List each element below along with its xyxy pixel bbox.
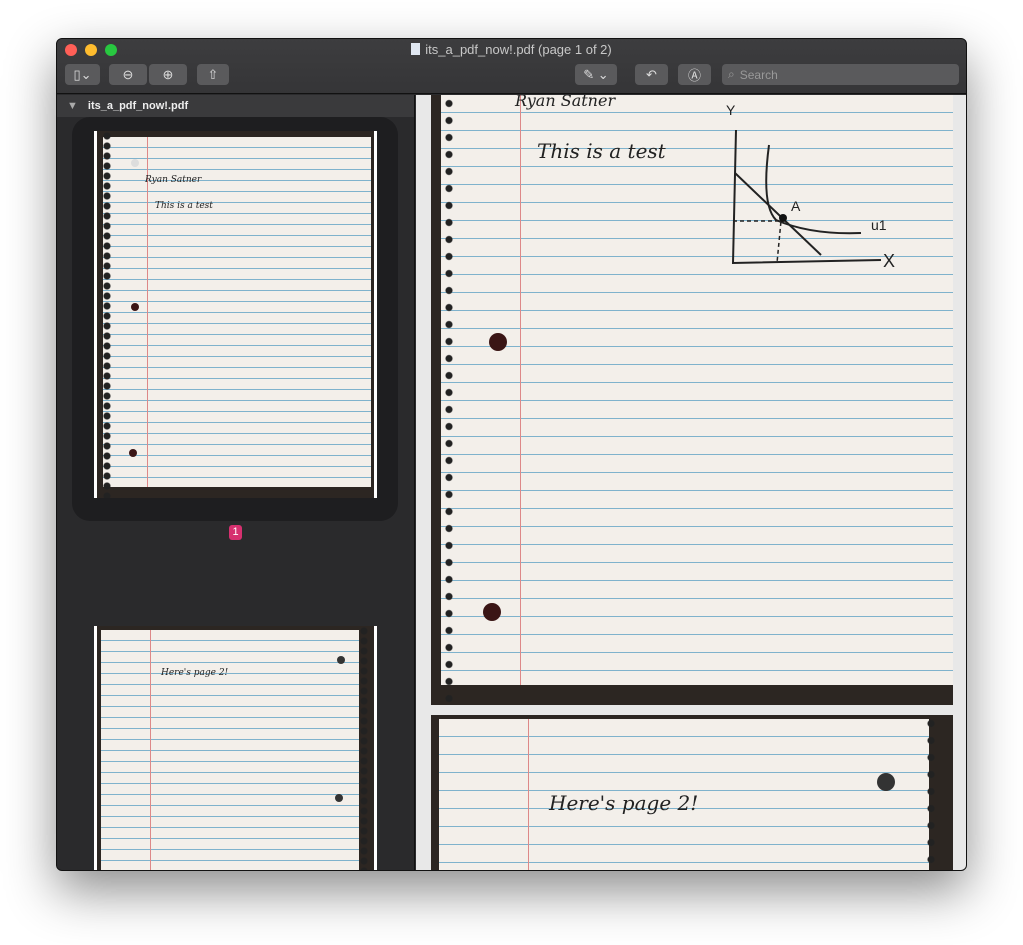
search-icon: ⌕ — [728, 67, 735, 81]
thumbnail-page-1[interactable]: Ryan Satner This is a test — [94, 131, 377, 498]
handwritten-name: Ryan Satner — [515, 95, 616, 110]
zoom-in-button[interactable]: ⊕ — [149, 64, 187, 85]
zoom-in-icon: ⊕ — [162, 66, 174, 82]
pdf-file-icon — [411, 43, 421, 55]
disclosure-triangle-icon[interactable]: ▼ — [67, 100, 78, 112]
rotate-button[interactable]: ↶ — [635, 64, 668, 85]
markup-circle-icon: Ⓐ — [687, 68, 701, 83]
sidebar-icon: ▯⌄ — [73, 66, 92, 82]
search-input[interactable]: ⌕ Search — [722, 64, 959, 85]
zoom-out-button[interactable]: ⊖ — [109, 64, 147, 85]
markup-toolbar-button[interactable]: Ⓐ — [678, 64, 711, 85]
svg-text:A: A — [791, 198, 801, 214]
thumbnail-sidebar: ▼ its_a_pdf_now!.pdf Ryan Satner This is … — [57, 95, 415, 870]
page-2: Here's page 2! — [431, 715, 953, 870]
rotate-icon: ↶ — [646, 66, 657, 82]
window-title: its_a_pdf_now!.pdf (page 1 of 2) — [57, 42, 966, 57]
sidebar-file-header[interactable]: ▼ its_a_pdf_now!.pdf — [57, 95, 414, 117]
thumbnail-page-2[interactable]: Here's page 2! — [94, 626, 377, 870]
zoom-out-icon: ⊖ — [122, 66, 134, 82]
svg-text:Y: Y — [726, 102, 736, 118]
toolbar: its_a_pdf_now!.pdf (page 1 of 2) ▯⌄ ⊖ ⊕ … — [57, 39, 966, 94]
handwritten-text: This is a test — [537, 139, 666, 163]
document-view: Ryan Satner This is a test Y A u1 X Here… — [416, 95, 966, 870]
pen-icon: ✎ ⌄ — [583, 66, 609, 82]
page-number-badge: 1 — [229, 525, 242, 540]
hand-drawn-graph: Y A u1 X — [726, 102, 895, 271]
share-button[interactable]: ⇧ — [197, 64, 229, 85]
page-1: Ryan Satner This is a test Y A u1 X — [431, 95, 953, 705]
svg-text:u1: u1 — [871, 217, 887, 233]
svg-text:X: X — [883, 251, 895, 271]
sidebar-toggle-button[interactable]: ▯⌄ — [65, 64, 100, 85]
preview-window: its_a_pdf_now!.pdf (page 1 of 2) ▯⌄ ⊖ ⊕ … — [56, 38, 967, 871]
markup-pen-button[interactable]: ✎ ⌄ — [575, 64, 617, 85]
handwritten-text: Here's page 2! — [549, 791, 699, 815]
share-icon: ⇧ — [207, 66, 219, 82]
